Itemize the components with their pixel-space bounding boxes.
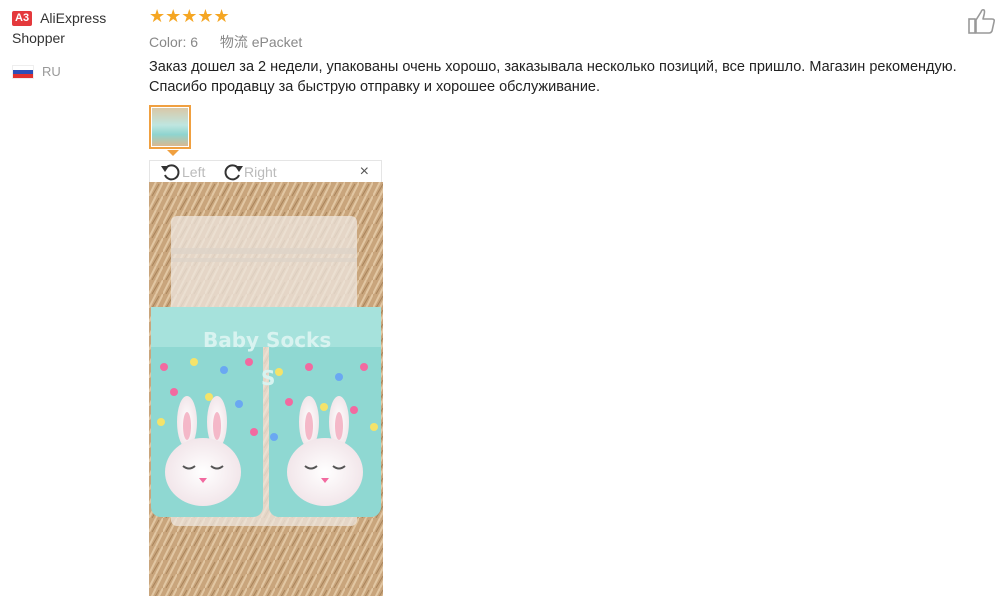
photo-viewer-toolbar: Left Right × — [149, 160, 382, 182]
sock-size-text: S — [261, 366, 275, 390]
rotate-right-icon — [224, 164, 243, 181]
sock-print-text: Baby Socks — [203, 328, 331, 352]
russia-flag-icon — [12, 64, 34, 79]
color-label: Color: — [149, 34, 187, 50]
reviewer-info: A3 AliExpress Shopper RU — [12, 8, 142, 79]
rotate-right-label: Right — [244, 164, 277, 180]
star-rating: ★★★★★ — [149, 6, 230, 26]
rotate-left-label: Left — [182, 164, 206, 180]
shipping-value: ePacket — [251, 34, 303, 50]
reviewer-level-badge: A3 — [12, 11, 33, 26]
review-photo-large: Baby Socks S — [149, 182, 383, 596]
rotate-right-button[interactable]: Right — [222, 162, 277, 182]
review-photo-thumbnail[interactable] — [149, 105, 191, 149]
thumbnail-image — [152, 108, 188, 146]
color-value: 6 — [190, 34, 199, 50]
thumbnail-pointer — [167, 150, 179, 156]
rotate-left-button[interactable]: Left — [160, 162, 205, 182]
product-photo: Baby Socks S — [149, 182, 383, 596]
order-meta: Color: 6 物流 ePacket — [149, 32, 302, 52]
close-icon[interactable]: × — [360, 163, 369, 181]
reviewer-country: RU — [12, 64, 142, 79]
reviewer-name-block: A3 AliExpress Shopper — [12, 8, 142, 48]
rotate-left-icon — [161, 164, 180, 181]
country-code: RU — [42, 64, 61, 79]
thumbs-up-icon[interactable] — [968, 8, 996, 34]
review-text: Заказ дошел за 2 недели, упакованы очень… — [149, 59, 957, 95]
shipping-label: 物流 — [219, 34, 248, 50]
